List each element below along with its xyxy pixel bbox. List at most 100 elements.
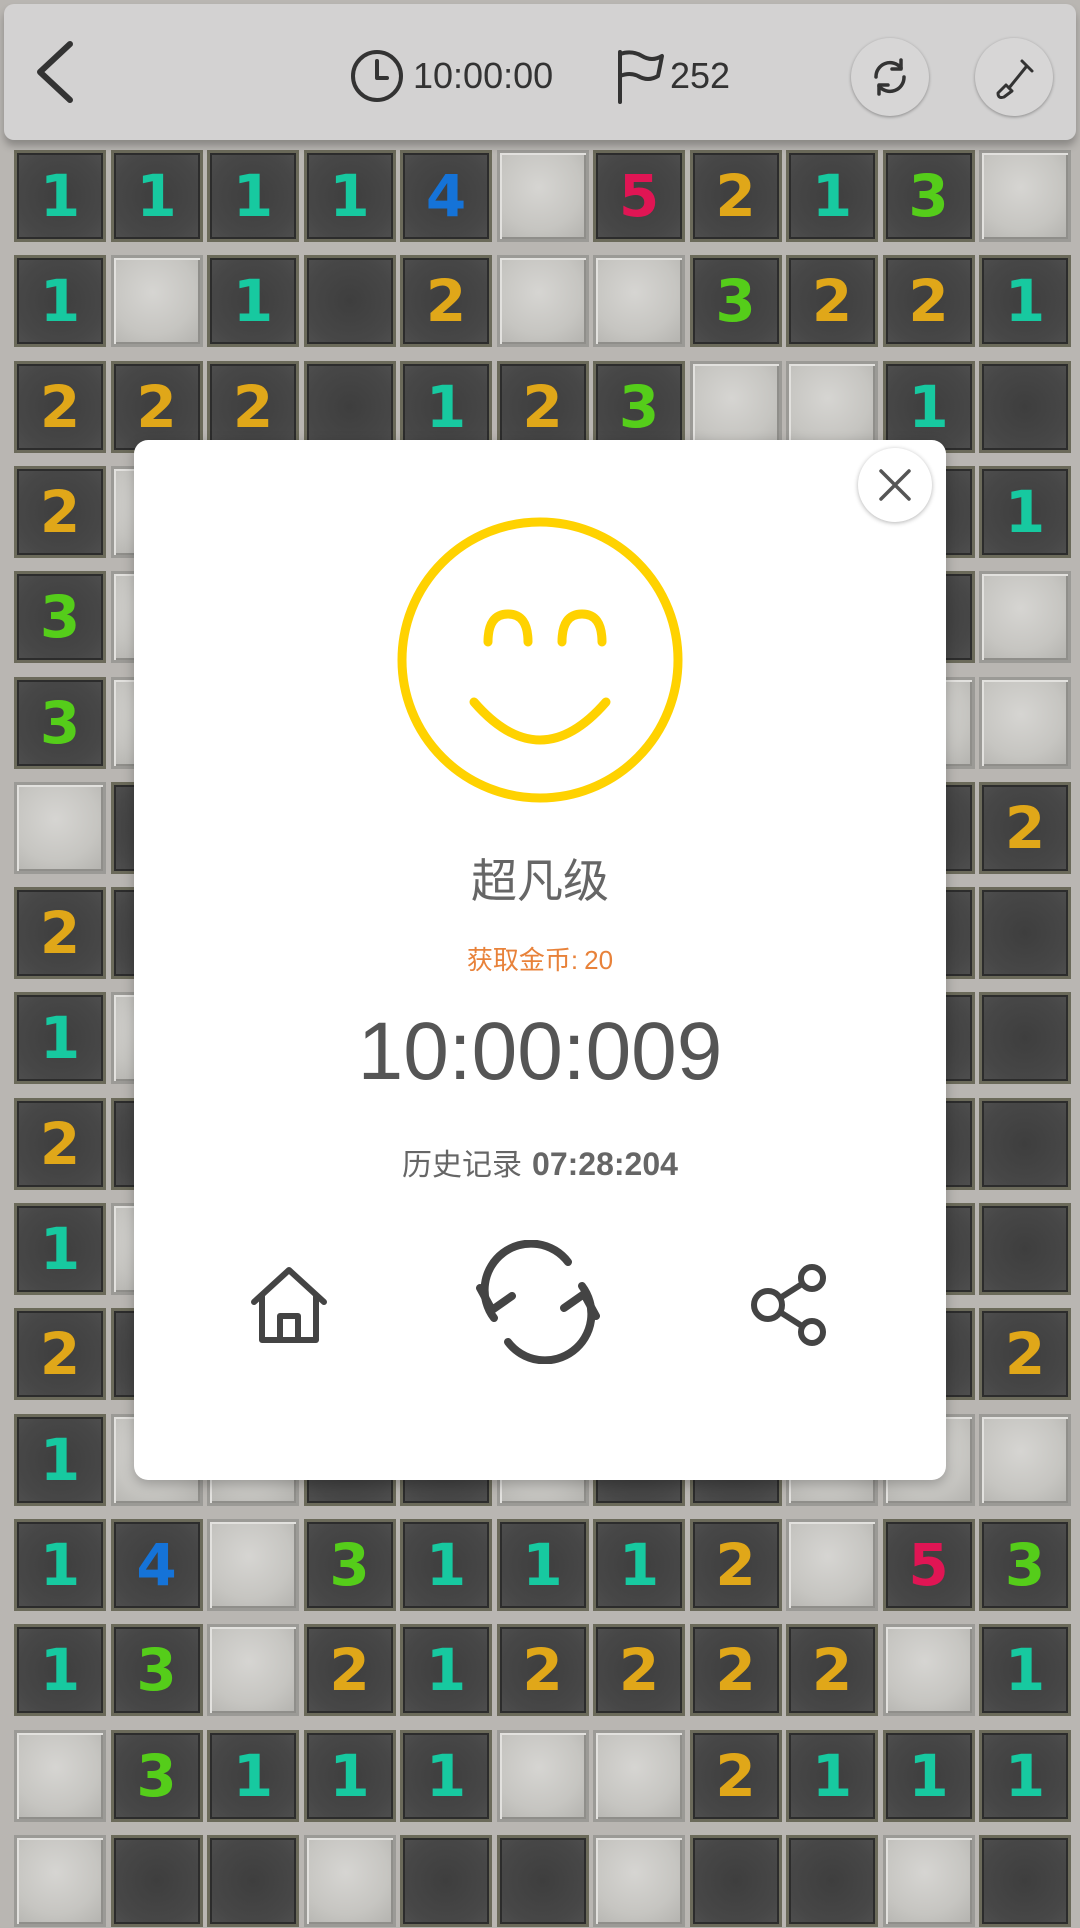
board-cell[interactable] (882, 1624, 975, 1717)
board-cell[interactable]: 1 (207, 1729, 299, 1822)
board-cell[interactable] (786, 1518, 878, 1611)
board-cell[interactable]: 2 (14, 887, 106, 980)
board-cell[interactable] (979, 676, 1071, 769)
board-cell[interactable]: 1 (979, 1729, 1071, 1822)
board-cell[interactable]: 1 (400, 1729, 492, 1822)
board-cell[interactable] (207, 1834, 299, 1927)
board-cell[interactable]: 1 (14, 1203, 106, 1295)
board-cell[interactable] (110, 255, 203, 348)
board-cell[interactable]: 2 (689, 1624, 782, 1717)
board-cell[interactable] (400, 1834, 492, 1927)
board-cell[interactable]: 1 (496, 1518, 589, 1611)
board-cell[interactable]: 1 (303, 1729, 396, 1822)
board-cell[interactable] (303, 360, 396, 453)
board-cell[interactable]: 2 (14, 1097, 106, 1190)
board-cell[interactable]: 3 (593, 360, 685, 453)
board-cell[interactable]: 2 (882, 255, 975, 348)
board-cell[interactable]: 1 (979, 255, 1071, 348)
board-cell[interactable] (496, 1729, 589, 1822)
shovel-button[interactable] (975, 38, 1053, 116)
board-cell[interactable]: 1 (14, 992, 106, 1085)
board-cell[interactable]: 2 (786, 1624, 878, 1717)
close-button[interactable] (858, 448, 932, 522)
board-cell[interactable]: 1 (979, 465, 1071, 558)
board-cell[interactable]: 1 (400, 1518, 492, 1611)
board-cell[interactable] (979, 1413, 1071, 1506)
board-cell[interactable] (689, 360, 782, 453)
board-cell[interactable]: 1 (593, 1518, 685, 1611)
board-cell[interactable]: 1 (14, 150, 106, 242)
board-cell[interactable]: 2 (110, 360, 203, 453)
board-cell[interactable] (593, 1834, 685, 1927)
board-cell[interactable] (979, 360, 1071, 453)
board-cell[interactable]: 1 (786, 1729, 878, 1822)
board-cell[interactable] (303, 1834, 396, 1927)
board-cell[interactable]: 1 (400, 1624, 492, 1717)
board-cell[interactable] (689, 1834, 782, 1927)
board-cell[interactable] (14, 1729, 106, 1822)
board-cell[interactable] (882, 1834, 975, 1927)
board-cell[interactable]: 2 (689, 1518, 782, 1611)
board-cell[interactable] (979, 1097, 1071, 1190)
board-cell[interactable]: 1 (882, 1729, 975, 1822)
home-button[interactable] (244, 1260, 334, 1350)
board-cell[interactable]: 3 (14, 571, 106, 664)
board-cell[interactable]: 2 (14, 360, 106, 453)
board-cell[interactable]: 2 (979, 781, 1071, 874)
board-cell[interactable]: 2 (689, 1729, 782, 1822)
board-cell[interactable] (979, 1834, 1071, 1927)
board-cell[interactable]: 1 (400, 360, 492, 453)
board-cell[interactable]: 1 (14, 1624, 106, 1717)
restart-button[interactable] (851, 38, 929, 116)
board-cell[interactable]: 1 (14, 255, 106, 348)
board-cell[interactable]: 3 (110, 1624, 203, 1717)
board-cell[interactable]: 2 (207, 360, 299, 453)
board-cell[interactable]: 2 (14, 465, 106, 558)
board-cell[interactable] (496, 150, 589, 242)
board-cell[interactable]: 1 (979, 1624, 1071, 1717)
board-cell[interactable]: 1 (207, 150, 299, 242)
back-button[interactable] (26, 36, 86, 108)
board-cell[interactable] (979, 1203, 1071, 1295)
board-cell[interactable]: 1 (14, 1518, 106, 1611)
board-cell[interactable] (979, 887, 1071, 980)
board-cell[interactable]: 4 (400, 150, 492, 242)
board-cell[interactable] (786, 1834, 878, 1927)
board-cell[interactable]: 2 (496, 360, 589, 453)
board-cell[interactable]: 2 (496, 1624, 589, 1717)
board-cell[interactable] (593, 255, 685, 348)
board-cell[interactable] (593, 1729, 685, 1822)
board-cell[interactable]: 2 (303, 1624, 396, 1717)
board-cell[interactable]: 4 (110, 1518, 203, 1611)
board-cell[interactable] (496, 255, 589, 348)
board-cell[interactable]: 1 (14, 1413, 106, 1506)
board-cell[interactable]: 1 (303, 150, 396, 242)
board-cell[interactable] (979, 992, 1071, 1085)
board-cell[interactable]: 2 (400, 255, 492, 348)
board-cell[interactable]: 2 (979, 1308, 1071, 1401)
board-cell[interactable] (979, 150, 1071, 242)
board-cell[interactable]: 1 (207, 255, 299, 348)
board-cell[interactable] (14, 781, 106, 874)
share-button[interactable] (746, 1260, 836, 1350)
board-cell[interactable] (207, 1518, 299, 1611)
board-cell[interactable] (496, 1834, 589, 1927)
board-cell[interactable]: 3 (14, 676, 106, 769)
board-cell[interactable]: 2 (14, 1308, 106, 1401)
board-cell[interactable]: 3 (689, 255, 782, 348)
board-cell[interactable]: 3 (110, 1729, 203, 1822)
board-cell[interactable]: 3 (882, 150, 975, 242)
board-cell[interactable]: 2 (689, 150, 782, 242)
board-cell[interactable]: 3 (303, 1518, 396, 1611)
board-cell[interactable] (14, 1834, 106, 1927)
board-cell[interactable]: 5 (593, 150, 685, 242)
board-cell[interactable] (303, 255, 396, 348)
board-cell[interactable] (979, 571, 1071, 664)
board-cell[interactable] (786, 360, 878, 453)
board-cell[interactable]: 1 (786, 150, 878, 242)
board-cell[interactable]: 2 (786, 255, 878, 348)
board-cell[interactable]: 1 (110, 150, 203, 242)
board-cell[interactable] (110, 1834, 203, 1927)
board-cell[interactable]: 3 (979, 1518, 1071, 1611)
board-cell[interactable]: 1 (882, 360, 975, 453)
